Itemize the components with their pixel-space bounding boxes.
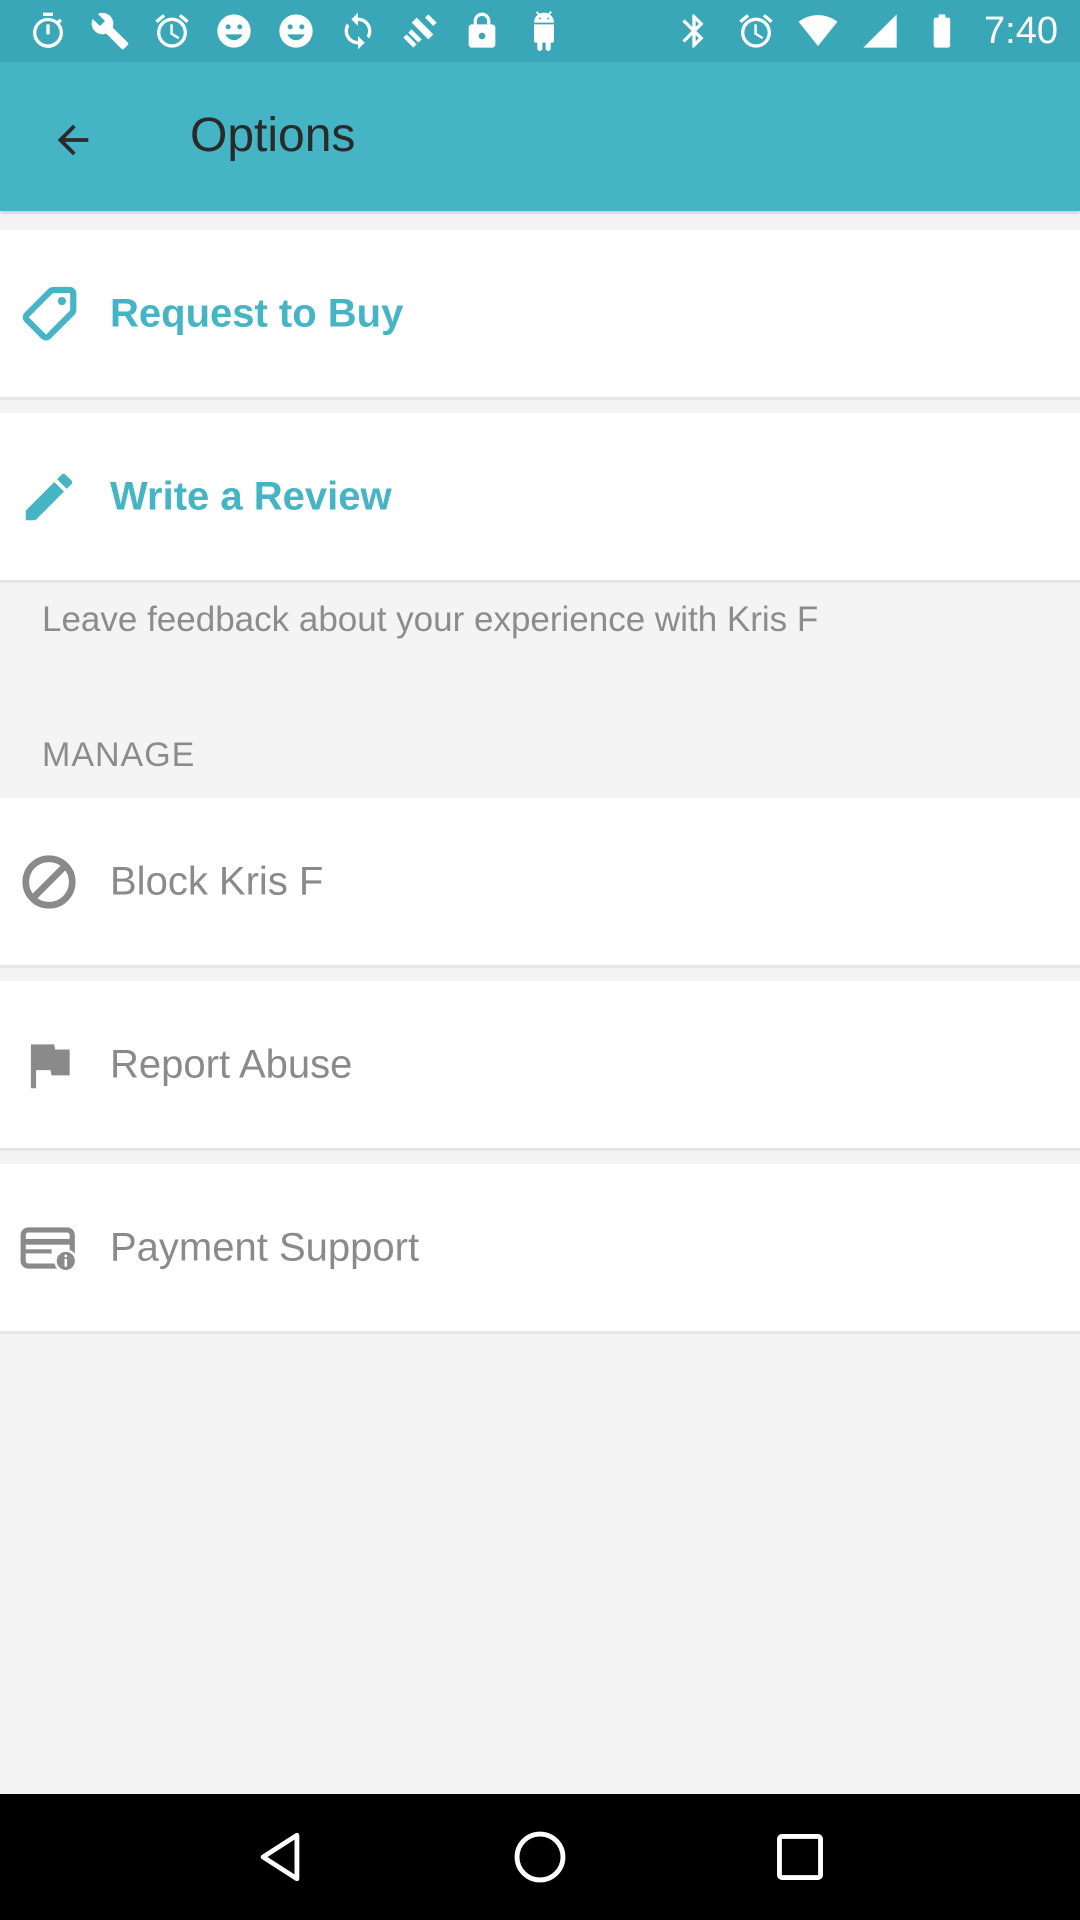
smiley-icon [274, 9, 318, 53]
tag-icon [18, 283, 80, 345]
wrench-icon [88, 9, 132, 53]
fake-gps-icon [398, 9, 442, 53]
request-to-buy-label: Request to Buy [110, 291, 404, 335]
status-bar: 7:40 [0, 0, 1080, 62]
back-button[interactable] [35, 102, 111, 178]
payment-support-item[interactable]: Payment Support [0, 1164, 1080, 1334]
payment-support-label: Payment Support [110, 1225, 420, 1269]
signal-icon [858, 9, 902, 53]
nav-recents-button[interactable] [760, 1817, 840, 1897]
bluetooth-icon [672, 9, 716, 53]
report-abuse-label: Report Abuse [110, 1042, 353, 1086]
report-abuse-item[interactable]: Report Abuse [0, 981, 1080, 1151]
block-user-label: Block Kris F [110, 859, 324, 903]
alarm-icon [150, 9, 194, 53]
battery-icon [920, 9, 964, 53]
write-review-item[interactable]: Write a Review [0, 413, 1080, 583]
wifi-icon [796, 9, 840, 53]
sync-icon [336, 9, 380, 53]
navigation-bar [0, 1794, 1080, 1920]
block-user-item[interactable]: Block Kris F [0, 798, 1080, 968]
smiley-icon [212, 9, 256, 53]
lock-icon [460, 9, 504, 53]
status-time: 7:40 [984, 9, 1058, 52]
app-bar: Options [0, 62, 1080, 211]
nav-back-button[interactable] [240, 1817, 320, 1897]
block-icon [18, 851, 80, 913]
card-info-icon [18, 1217, 80, 1279]
status-left [26, 9, 584, 53]
alarm-icon [734, 9, 778, 53]
manage-section-header: MANAGE [42, 736, 196, 774]
status-right: 7:40 [666, 9, 1058, 53]
flag-icon [18, 1034, 80, 1096]
page-title: Options [190, 109, 356, 162]
home-nav-icon [514, 1831, 566, 1883]
arrow-back-icon [57, 124, 89, 156]
pencil-icon [18, 466, 80, 528]
nav-home-button[interactable] [500, 1817, 580, 1897]
android-icon [522, 9, 566, 53]
back-nav-icon [260, 1832, 300, 1882]
request-to-buy-item[interactable]: Request to Buy [0, 230, 1080, 400]
review-helper-text: Leave feedback about your experience wit… [42, 600, 819, 639]
write-review-label: Write a Review [110, 474, 392, 518]
stopwatch-icon [26, 9, 70, 53]
recents-nav-icon [777, 1834, 823, 1880]
